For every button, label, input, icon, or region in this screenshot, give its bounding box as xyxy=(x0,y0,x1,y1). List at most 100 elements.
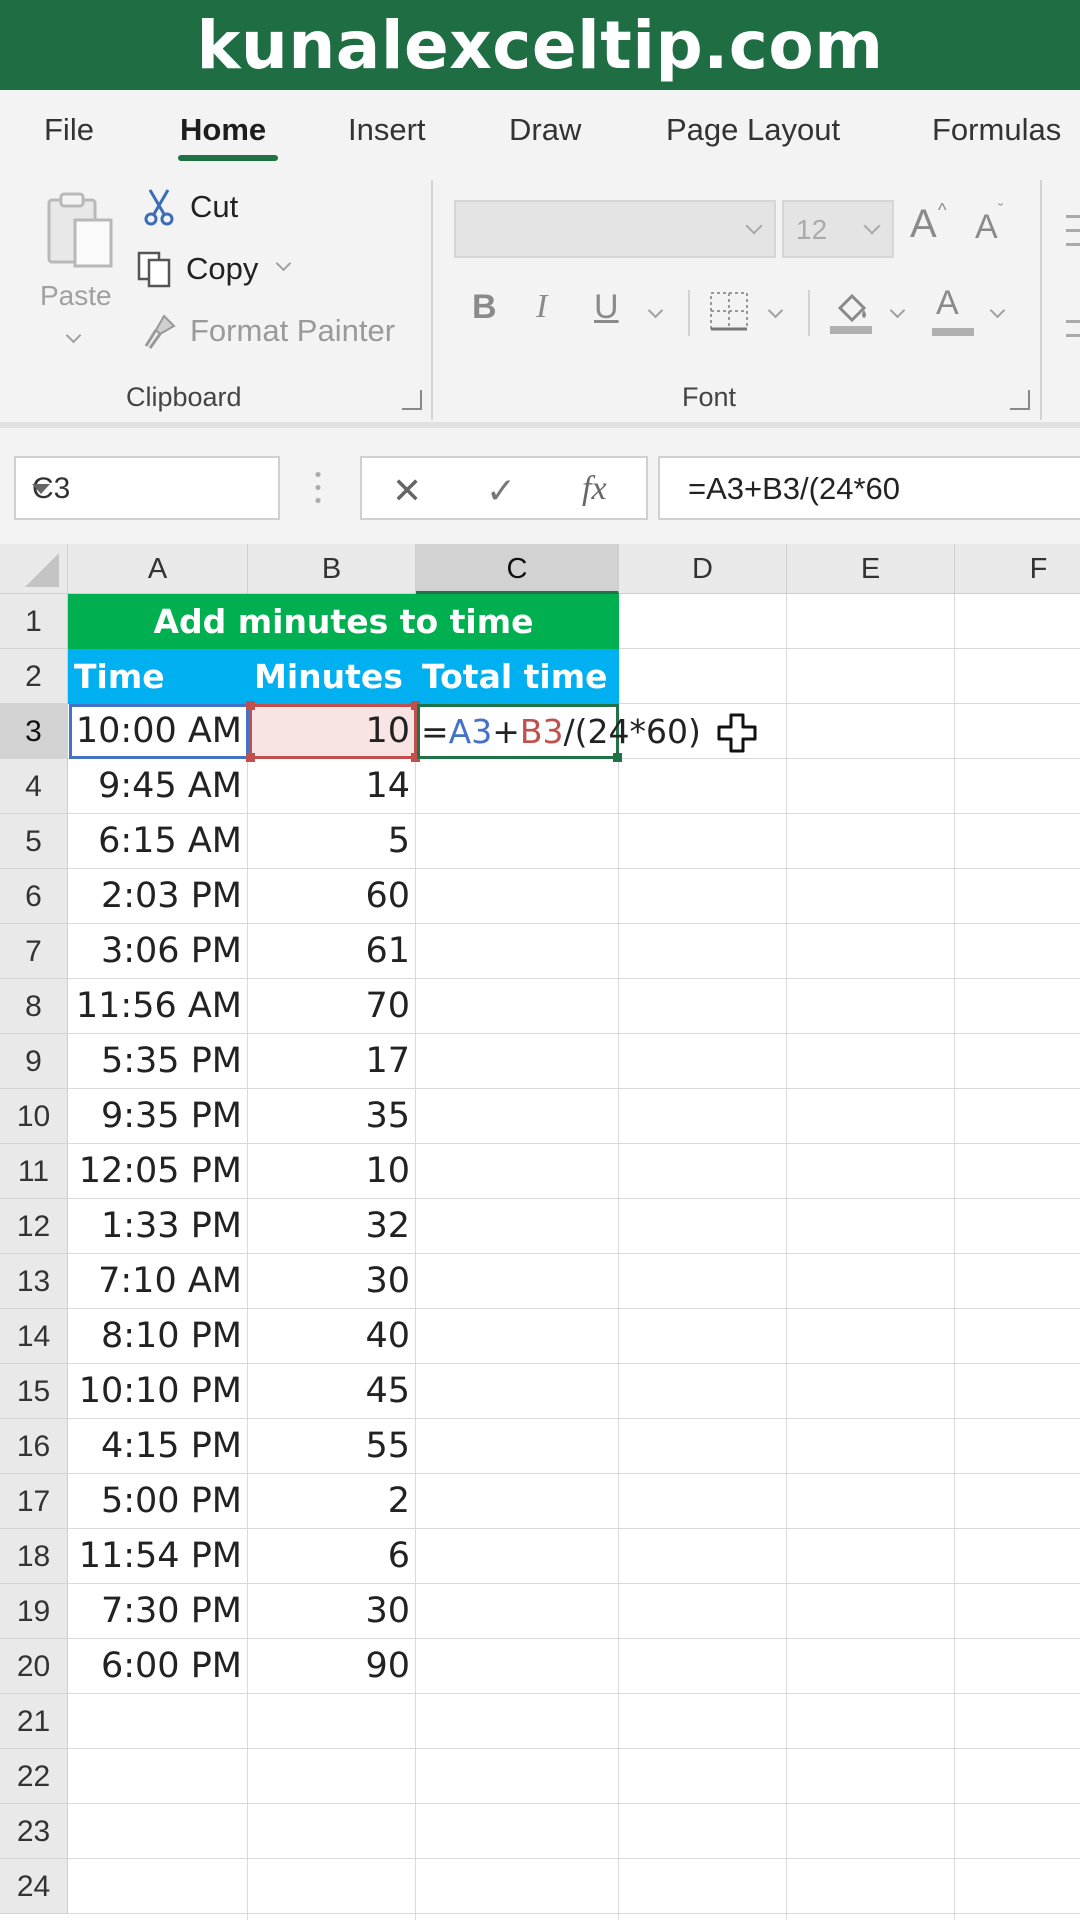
format-painter-button[interactable]: Format Painter xyxy=(140,312,395,350)
tab-page-layout[interactable]: Page Layout xyxy=(666,112,840,148)
column-header-a[interactable]: A xyxy=(68,544,248,594)
select-all-button[interactable] xyxy=(0,544,68,594)
bold-button[interactable]: B xyxy=(472,288,497,327)
cell-minutes[interactable]: 14 xyxy=(248,759,416,814)
row-header[interactable]: 19 xyxy=(0,1584,68,1639)
header-total-time[interactable]: Total time xyxy=(416,649,619,704)
paste-dropdown-icon[interactable] xyxy=(65,327,82,344)
formula-bar-grip[interactable] xyxy=(315,468,321,508)
column-header-e[interactable]: E xyxy=(787,544,955,594)
paste-icon[interactable] xyxy=(45,190,117,270)
cell-time[interactable]: 7:30 PM xyxy=(68,1584,248,1639)
paste-label[interactable]: Paste xyxy=(40,280,112,312)
column-header-d[interactable]: D xyxy=(619,544,787,594)
cell-minutes[interactable]: 55 xyxy=(248,1419,416,1474)
cell-minutes[interactable]: 6 xyxy=(248,1529,416,1584)
row-header[interactable]: 12 xyxy=(0,1199,68,1254)
row-header[interactable]: 4 xyxy=(0,759,68,814)
name-box-dropdown-icon[interactable] xyxy=(32,484,50,494)
underline-button[interactable]: U xyxy=(594,288,619,327)
cell-time[interactable]: 10:10 PM xyxy=(68,1364,248,1419)
column-header-b[interactable]: B xyxy=(248,544,416,594)
cell-time[interactable]: 7:10 AM xyxy=(68,1254,248,1309)
row-header[interactable]: 20 xyxy=(0,1639,68,1694)
cell-time[interactable]: 11:54 PM xyxy=(68,1529,248,1584)
cancel-icon[interactable]: ✕ xyxy=(392,470,422,512)
cell-minutes[interactable]: 32 xyxy=(248,1199,416,1254)
row-header[interactable]: 14 xyxy=(0,1309,68,1364)
cell-minutes[interactable]: 30 xyxy=(248,1254,416,1309)
name-box[interactable]: C3 xyxy=(14,456,280,520)
cell-time[interactable]: 9:35 PM xyxy=(68,1089,248,1144)
font-color-button[interactable]: A xyxy=(936,284,959,323)
cell-time[interactable]: 5:00 PM xyxy=(68,1474,248,1529)
underline-dropdown-icon[interactable] xyxy=(647,302,664,319)
font-launcher-icon[interactable] xyxy=(1010,390,1030,410)
row-header[interactable]: 10 xyxy=(0,1089,68,1144)
cell-time[interactable]: 2:03 PM xyxy=(68,869,248,924)
shrink-font-button[interactable]: A xyxy=(975,208,998,247)
cell-c3-formula[interactable]: =A3+B3/(24*60) xyxy=(421,704,701,759)
cell-time[interactable]: 10:00 AM xyxy=(68,704,248,759)
cell-minutes[interactable]: 40 xyxy=(248,1309,416,1364)
cell-minutes[interactable]: 90 xyxy=(248,1639,416,1694)
header-minutes[interactable]: Minutes xyxy=(248,649,416,704)
row-header[interactable]: 9 xyxy=(0,1034,68,1089)
cell-minutes[interactable]: 10 xyxy=(248,1144,416,1199)
cell-time[interactable]: 1:33 PM xyxy=(68,1199,248,1254)
row-header[interactable]: 23 xyxy=(0,1804,68,1859)
column-header-c[interactable]: C xyxy=(416,544,619,594)
fill-color-icon[interactable] xyxy=(826,286,876,336)
cell-time[interactable]: 6:00 PM xyxy=(68,1639,248,1694)
borders-dropdown-icon[interactable] xyxy=(767,302,784,319)
row-header[interactable]: 22 xyxy=(0,1749,68,1804)
row-header[interactable]: 7 xyxy=(0,924,68,979)
row-header[interactable]: 11 xyxy=(0,1144,68,1199)
clipboard-launcher-icon[interactable] xyxy=(402,390,422,410)
cell-time[interactable]: 12:05 PM xyxy=(68,1144,248,1199)
cell-minutes[interactable]: 70 xyxy=(248,979,416,1034)
cell-time[interactable]: 5:35 PM xyxy=(68,1034,248,1089)
enter-icon[interactable]: ✓ xyxy=(486,470,516,512)
cell-minutes[interactable]: 10 xyxy=(248,704,416,759)
cell-minutes[interactable]: 5 xyxy=(248,814,416,869)
fill-color-dropdown-icon[interactable] xyxy=(889,302,906,319)
copy-button[interactable]: Copy xyxy=(136,250,292,288)
font-color-dropdown-icon[interactable] xyxy=(989,302,1006,319)
cell-minutes[interactable]: 61 xyxy=(248,924,416,979)
cell-minutes[interactable]: 35 xyxy=(248,1089,416,1144)
cell-time[interactable]: 8:10 PM xyxy=(68,1309,248,1364)
row-header[interactable]: 8 xyxy=(0,979,68,1034)
tab-home[interactable]: Home xyxy=(180,112,266,148)
row-header[interactable]: 16 xyxy=(0,1419,68,1474)
row-header[interactable]: 15 xyxy=(0,1364,68,1419)
tab-file[interactable]: File xyxy=(44,112,94,148)
cell-minutes[interactable]: 17 xyxy=(248,1034,416,1089)
cell-minutes[interactable]: 60 xyxy=(248,869,416,924)
cell-minutes[interactable]: 30 xyxy=(248,1584,416,1639)
tab-insert[interactable]: Insert xyxy=(348,112,426,148)
row-header[interactable]: 1 xyxy=(0,594,68,649)
cell-time[interactable]: 4:15 PM xyxy=(68,1419,248,1474)
title-cell[interactable]: Add minutes to time xyxy=(68,594,619,649)
italic-button[interactable]: I xyxy=(536,288,547,326)
row-header[interactable]: 2 xyxy=(0,649,68,704)
row-header[interactable]: 24 xyxy=(0,1859,68,1914)
font-name-select[interactable] xyxy=(454,200,776,258)
grow-font-button[interactable]: A xyxy=(910,202,937,247)
row-header[interactable]: 3 xyxy=(0,704,68,759)
tab-draw[interactable]: Draw xyxy=(509,112,581,148)
formula-input[interactable]: =A3+B3/(24*60 xyxy=(658,456,1080,520)
font-size-select[interactable]: 12 xyxy=(782,200,894,258)
row-header[interactable]: 18 xyxy=(0,1529,68,1584)
cell-minutes[interactable]: 2 xyxy=(248,1474,416,1529)
header-time[interactable]: Time xyxy=(68,649,248,704)
row-header[interactable]: 21 xyxy=(0,1694,68,1749)
column-header-f[interactable]: F xyxy=(955,544,1080,594)
row-header[interactable]: 17 xyxy=(0,1474,68,1529)
cell-time[interactable]: 3:06 PM xyxy=(68,924,248,979)
tab-formulas[interactable]: Formulas xyxy=(932,112,1061,148)
borders-icon[interactable] xyxy=(708,290,750,332)
alignment-icon[interactable] xyxy=(1066,215,1080,218)
cut-button[interactable]: Cut xyxy=(140,188,238,226)
